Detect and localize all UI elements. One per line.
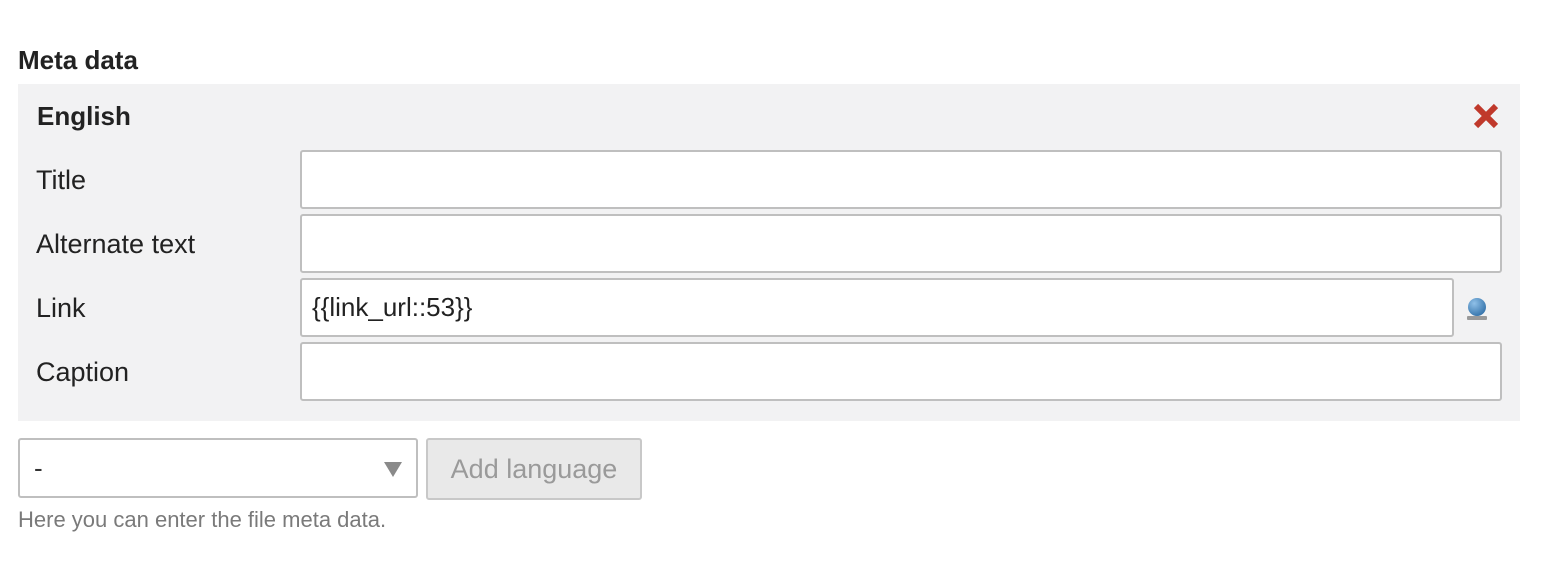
language-select-value: - bbox=[34, 453, 43, 483]
language-select[interactable]: - bbox=[18, 438, 418, 498]
close-x-icon bbox=[1473, 103, 1499, 129]
title-input[interactable] bbox=[300, 150, 1502, 209]
help-text: Here you can enter the file meta data. bbox=[18, 507, 387, 532]
language-title: English bbox=[37, 101, 131, 131]
link-picker-button[interactable] bbox=[1464, 296, 1490, 322]
section-title: Meta data bbox=[18, 45, 138, 75]
delete-language-button[interactable] bbox=[1472, 102, 1500, 130]
caption-label: Caption bbox=[36, 357, 130, 387]
chevron-down-icon bbox=[384, 462, 402, 477]
language-panel-english: English Title Alternate text Link {{link… bbox=[18, 84, 1520, 421]
link-label: Link bbox=[36, 293, 86, 323]
alternate-text-input[interactable] bbox=[300, 214, 1502, 273]
add-language-button[interactable]: Add language bbox=[426, 438, 642, 500]
caption-input[interactable] bbox=[300, 342, 1502, 401]
globe-picker-icon bbox=[1467, 298, 1487, 320]
alternate-text-label: Alternate text bbox=[36, 229, 196, 259]
meta-data-widget: Meta data English Title Alternate text L… bbox=[0, 0, 1546, 576]
link-input[interactable] bbox=[300, 278, 1454, 337]
title-label: Title bbox=[36, 165, 87, 195]
